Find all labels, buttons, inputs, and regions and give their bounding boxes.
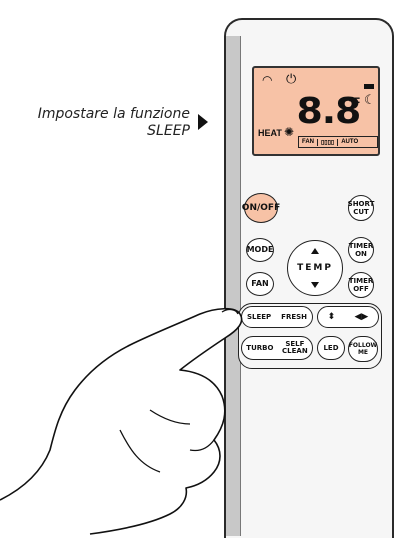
follow-me-label-2: ME: [357, 349, 369, 356]
self-clean-label-2: CLEAN: [282, 347, 308, 355]
self-clean-button[interactable]: SELF CLEAN: [282, 341, 308, 355]
fan-label: FAN: [302, 139, 314, 145]
moon-icon: ☾: [364, 92, 376, 107]
swing-pill: ⬍ ◀▶: [317, 306, 379, 328]
temp-down-icon[interactable]: [311, 282, 319, 288]
shortcut-button[interactable]: SHORT CUT: [348, 195, 374, 221]
fan-auto-label: AUTO: [341, 139, 359, 145]
temp-up-icon[interactable]: [311, 248, 319, 254]
on-off-label: ON/OFF: [241, 203, 281, 213]
fan-button[interactable]: FAN: [246, 272, 274, 296]
power-icon: ⏻: [286, 71, 297, 86]
battery-icon: [364, 84, 374, 89]
hand-outline: [0, 307, 243, 535]
caption-line-2: SLEEP: [147, 123, 190, 139]
mode-button[interactable]: MODE: [246, 238, 274, 262]
instruction-caption: Impostare la funzione SLEEP: [0, 106, 190, 140]
fresh-button[interactable]: FRESH: [281, 313, 307, 321]
timer-off-label-1: TIMER: [348, 277, 374, 285]
caption-line-1: Impostare la funzione: [37, 106, 190, 122]
hand-illustration: [0, 307, 243, 535]
timer-on-label-1: TIMER: [348, 242, 374, 250]
wifi-icon: ◠: [262, 73, 273, 87]
sun-icon: ✺: [284, 125, 295, 139]
fan-speed-icon: ▯▯▯▯: [317, 138, 339, 146]
mode-label: MODE: [246, 245, 274, 254]
temp-button[interactable]: TEMP: [287, 240, 343, 296]
timer-off-label-2: OFF: [353, 285, 369, 293]
temperature-unit: °F: [348, 95, 361, 109]
vertical-swing-icon[interactable]: ⬍: [328, 312, 336, 321]
timer-on-label-2: ON: [355, 250, 367, 258]
horizontal-swing-icon[interactable]: ◀▶: [354, 312, 368, 321]
mode-indicator: HEAT: [258, 128, 282, 138]
lcd-display: ◠ ⏻ ☾ 8.8 °F HEAT ✺ FAN ▯▯▯▯ AUTO: [252, 66, 380, 156]
arrow-right-icon: [198, 114, 208, 130]
temp-label: TEMP: [297, 263, 333, 273]
shortcut-label-2: CUT: [353, 208, 369, 216]
follow-me-label-1: FOLLOW: [348, 342, 378, 349]
timer-on-button[interactable]: TIMER ON: [348, 237, 374, 263]
follow-me-button[interactable]: FOLLOW ME: [348, 336, 378, 362]
timer-off-button[interactable]: TIMER OFF: [348, 272, 374, 298]
led-button[interactable]: LED: [317, 336, 345, 360]
shortcut-label-1: SHORT: [347, 200, 375, 208]
fan-button-label: FAN: [251, 279, 269, 288]
led-label: LED: [323, 343, 339, 352]
on-off-button[interactable]: ON/OFF: [241, 193, 281, 223]
fan-speed-row: FAN ▯▯▯▯ AUTO: [298, 136, 378, 148]
